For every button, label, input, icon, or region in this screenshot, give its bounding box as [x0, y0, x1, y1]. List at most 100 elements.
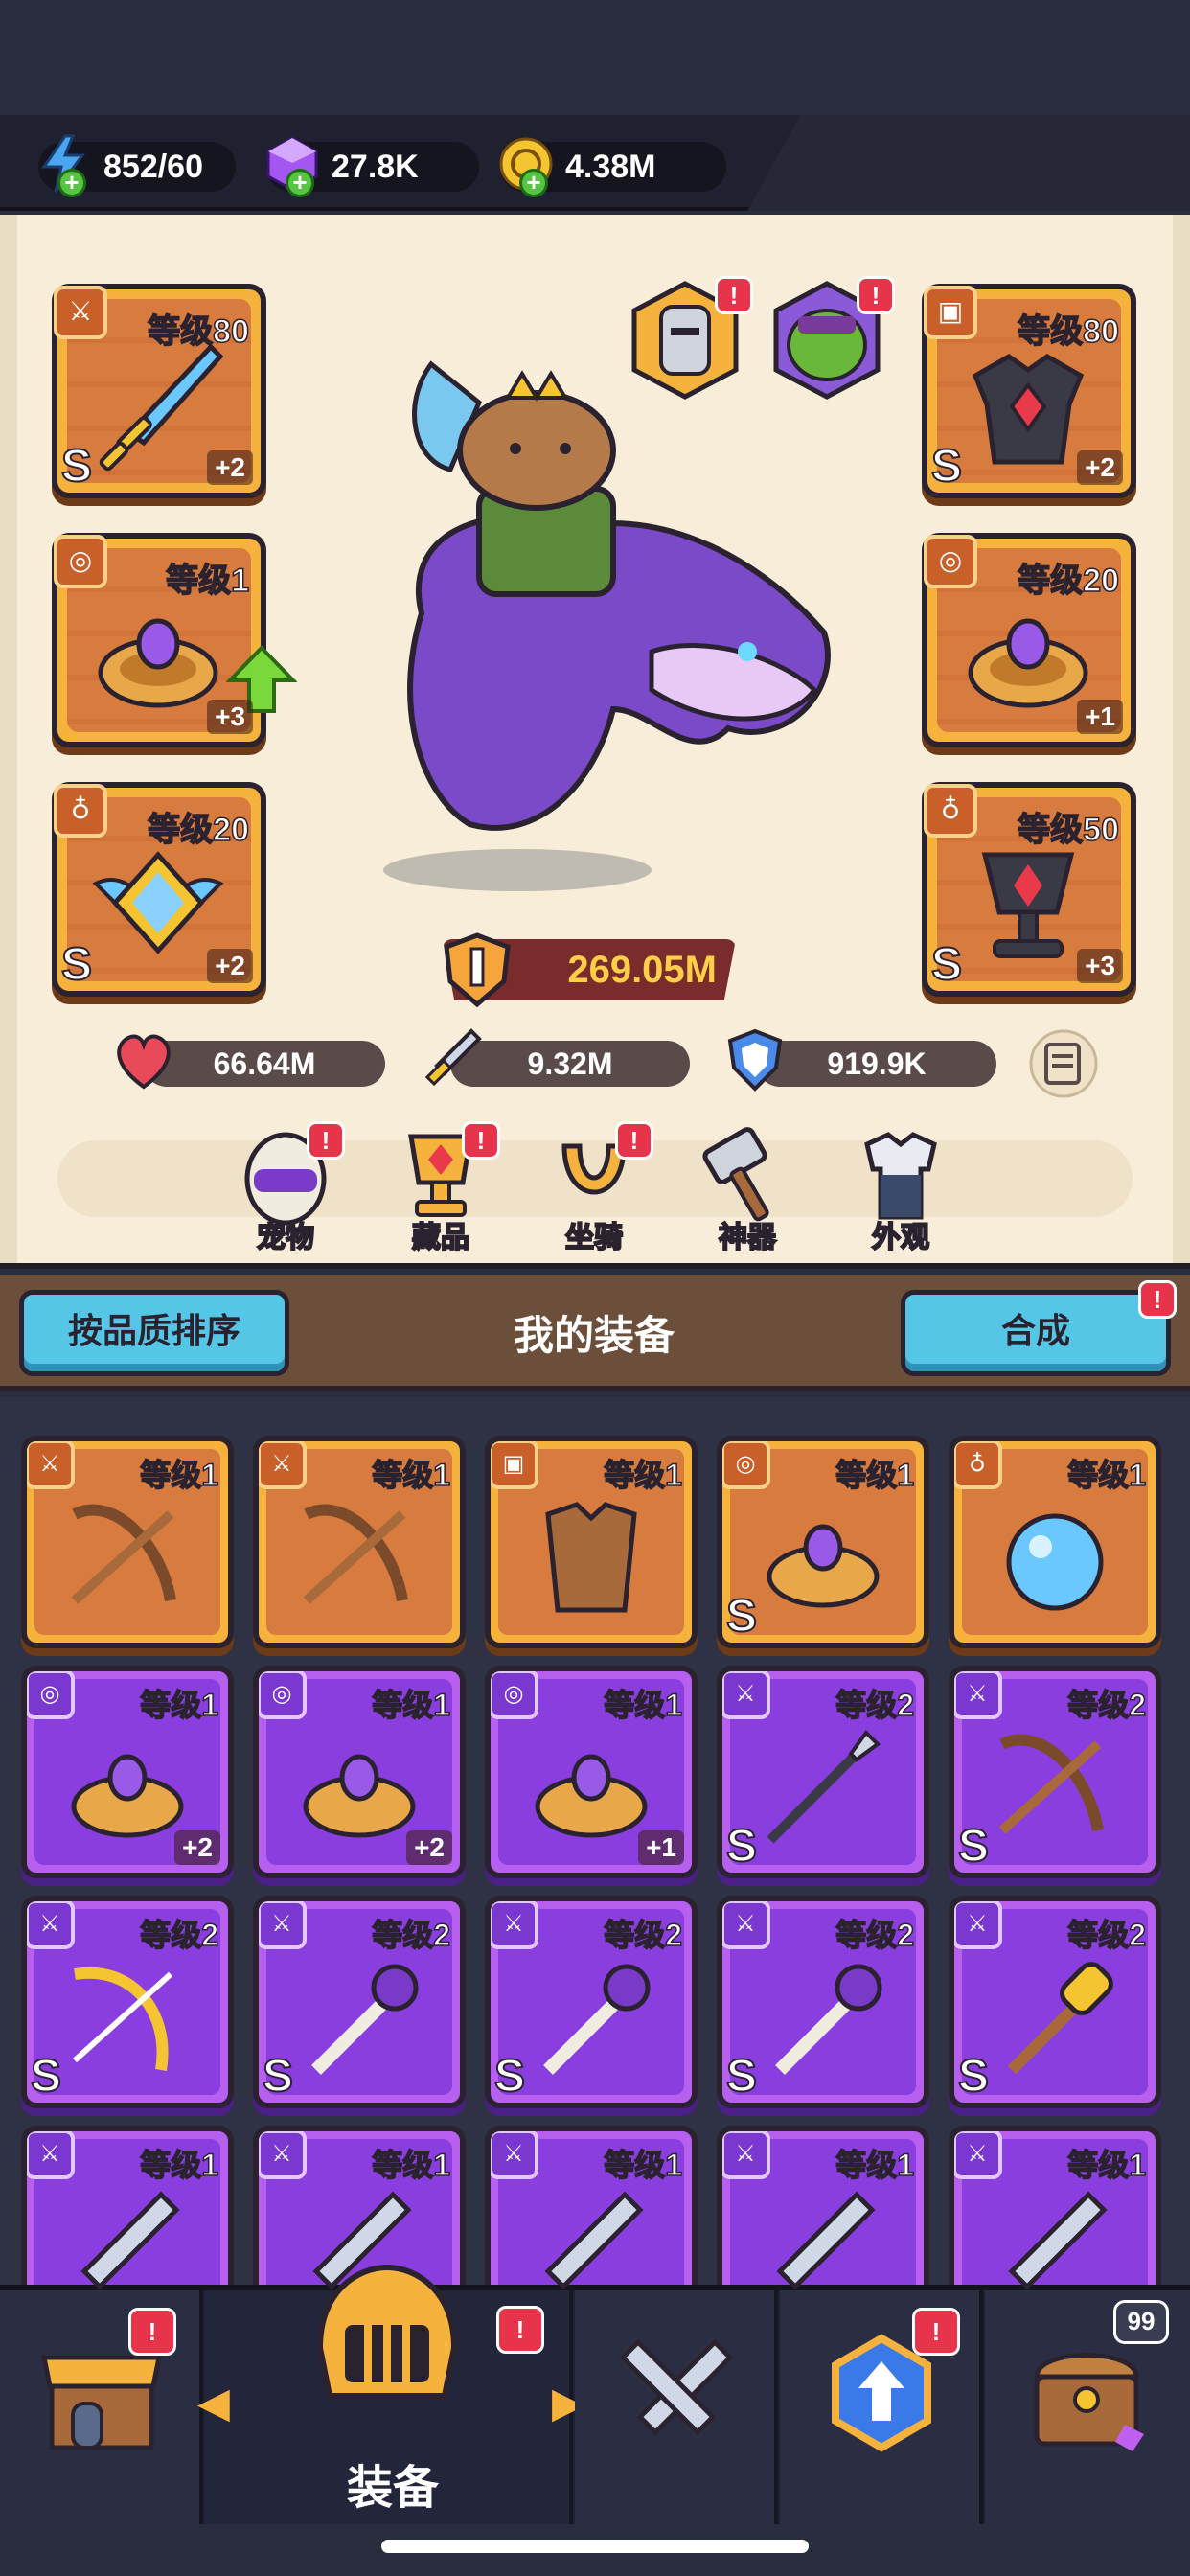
inventory-item[interactable]: ⚔ 等级2 S — [949, 1896, 1161, 2108]
gem-counter[interactable]: + 27.8K — [266, 136, 479, 197]
armor-type-icon: ▣ — [491, 1441, 538, 1489]
menu-collection[interactable]: 藏品 ! — [383, 1121, 500, 1255]
slot-plus: +1 — [1077, 700, 1123, 734]
nav-active-label: 装备 — [346, 2461, 439, 2515]
inventory-item[interactable]: ◎ 等级1 +2 — [253, 1666, 466, 1878]
inventory-title: 我的装备 — [513, 1312, 675, 1359]
home-indicator[interactable] — [381, 2540, 809, 2553]
alert-badge: ! — [462, 1121, 500, 1160]
item-tier: S — [725, 2050, 758, 2103]
item-plus: +2 — [174, 1830, 220, 1865]
sort-by-quality-button[interactable]: 按品质排序 — [19, 1290, 289, 1376]
equip-slot-ring[interactable]: ◎ 等级1 +3 — [52, 533, 266, 748]
details-icon[interactable] — [1027, 1027, 1100, 1100]
equip-slot-necklace-2[interactable]: ♁ 等级50 +3 S — [922, 782, 1136, 997]
staff-icon — [775, 1964, 882, 2075]
ring-icon — [767, 1524, 880, 1608]
slot-plus: +2 — [1077, 450, 1123, 485]
menu-artifacts[interactable]: 神器 — [690, 1121, 805, 1255]
sword-icon — [80, 2191, 180, 2290]
inventory-item[interactable]: ⚔ 等级1 — [253, 1436, 466, 1648]
resource-bar-slant — [747, 115, 1190, 211]
sword-type-icon: ⚔ — [259, 2131, 307, 2179]
staff-icon — [311, 1964, 419, 2075]
sword-type-icon: ⚔ — [954, 2131, 1002, 2179]
menu-appearance[interactable]: 外观 — [843, 1121, 958, 1255]
inventory-item[interactable]: ⚔ 等级1 — [21, 1436, 234, 1648]
necklace-type-icon: ♁ — [924, 784, 977, 838]
panel-edge-right — [1173, 215, 1190, 1263]
hp-stat: 66.64M — [144, 1041, 385, 1087]
inventory-item[interactable]: ⚔ 等级2 S — [253, 1896, 466, 2108]
equip-slot-weapon[interactable]: ⚔ 等级80 +2 S — [52, 284, 266, 498]
outfit-icon — [864, 1132, 937, 1220]
orb-type-icon: ♁ — [954, 1441, 1002, 1489]
slot-level: 等级80 — [147, 312, 249, 351]
status-area — [0, 0, 1190, 115]
heart-icon — [117, 1034, 171, 1090]
energy-value: 852/60 — [103, 149, 203, 185]
inventory-item[interactable]: ◎ 等级1 +2 — [21, 1666, 234, 1878]
inventory-item[interactable]: ◎ 等级1 S — [717, 1436, 929, 1648]
slot-plus: +2 — [207, 949, 253, 983]
slot-tier: S — [60, 440, 93, 493]
club-icon — [1007, 1962, 1113, 2075]
orc-alert-badge: ! — [857, 276, 895, 314]
menu-label: 藏品 — [411, 1220, 470, 1255]
item-level: 等级2 — [371, 1917, 450, 1953]
inventory-item[interactable]: ◎ 等级1 +1 — [485, 1666, 698, 1878]
inventory-item[interactable]: ▣ 等级1 — [485, 1436, 698, 1648]
staff-type-icon: ⚔ — [722, 1901, 770, 1949]
add-energy-icon[interactable]: + — [57, 169, 86, 197]
item-level: 等级1 — [139, 2147, 218, 2183]
nav-shop-tab[interactable]: ! — [0, 2290, 203, 2524]
item-plus: +1 — [638, 1830, 684, 1865]
inventory-item[interactable]: ⚔ 等级2 S — [21, 1896, 234, 2108]
nav-upgrade-tab[interactable]: ! — [780, 2290, 983, 2524]
inventory-item[interactable]: ♁ 等级1 — [949, 1436, 1161, 1648]
add-coin-icon[interactable]: + — [519, 169, 548, 197]
nav-treasure-tab[interactable]: 99 — [985, 2290, 1190, 2524]
item-level: 等级2 — [603, 1917, 682, 1953]
crossbow-icon — [71, 1504, 176, 1604]
energy-counter[interactable]: + 852/60 — [38, 134, 236, 197]
sword-icon — [544, 2191, 644, 2290]
inventory-item[interactable]: ⚔ 等级2 S — [717, 1896, 929, 2108]
armor-icon — [545, 1502, 637, 1613]
sword-type-icon: ⚔ — [27, 2131, 75, 2179]
inventory-item[interactable]: ⚔ 等级2 S — [485, 1896, 698, 2108]
nav-battle-tab[interactable] — [575, 2290, 778, 2524]
equip-slot-necklace[interactable]: ♁ 等级20 +2 S — [52, 782, 266, 997]
ring-type-icon: ◎ — [924, 535, 977, 588]
nav-left-arrow-icon[interactable]: ◀ — [197, 2379, 230, 2427]
slot-level: 等级50 — [1017, 811, 1119, 849]
upgrade-alert-badge: ! — [912, 2308, 960, 2356]
hero-character[interactable] — [364, 345, 862, 901]
gem-value: 27.8K — [332, 149, 419, 185]
inventory-item[interactable]: ⚔ 等级2 S — [949, 1666, 1161, 1878]
ring-type-icon: ◎ — [54, 535, 107, 588]
ring-type-icon: ◎ — [491, 1671, 538, 1719]
slot-plus: +3 — [1077, 949, 1123, 983]
equip-slot-armor[interactable]: ▣ 等级80 +2 S — [922, 284, 1136, 498]
item-level: 等级1 — [371, 2147, 450, 2183]
sword-type-icon: ⚔ — [54, 286, 107, 339]
inventory-item[interactable]: ⚔ 等级2 S — [717, 1666, 929, 1878]
treasure-chest-icon — [1034, 2353, 1144, 2451]
equip-slot-ring-2[interactable]: ◎ 等级20 +1 — [922, 533, 1136, 748]
merge-button[interactable]: 合成 — [901, 1290, 1171, 1376]
crossbow-icon — [998, 1734, 1104, 1834]
item-level: 等级1 — [1066, 1457, 1146, 1493]
sword-icon — [776, 2191, 876, 2290]
crossbow-type-icon: ⚔ — [259, 1441, 307, 1489]
add-gem-icon[interactable]: + — [286, 169, 314, 197]
menu-mounts[interactable]: 坐骑 ! — [537, 1121, 653, 1255]
slot-level: 等级20 — [147, 811, 249, 849]
item-tier: S — [957, 1820, 990, 1873]
armor-type-icon: ▣ — [924, 286, 977, 339]
coin-counter[interactable]: + 4.38M — [499, 137, 726, 197]
item-level: 等级2 — [139, 1917, 218, 1953]
staff-type-icon: ⚔ — [259, 1901, 307, 1949]
sword-type-icon: ⚔ — [491, 2131, 538, 2179]
menu-pets[interactable]: 宠物 ! — [228, 1121, 345, 1255]
